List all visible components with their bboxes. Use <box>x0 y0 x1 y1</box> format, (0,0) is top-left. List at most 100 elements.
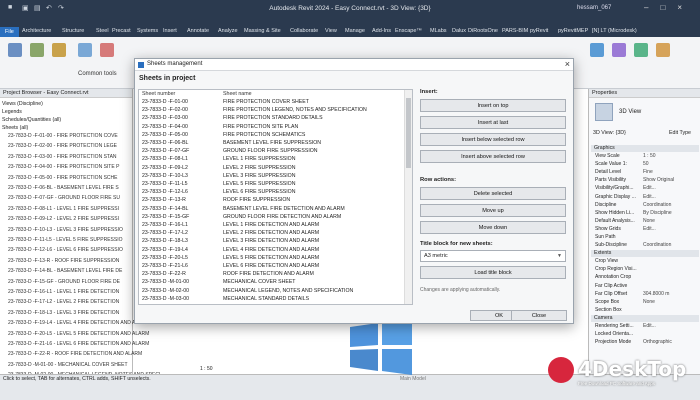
sheet-name-cell[interactable]: LEVEL 3 FIRE SUPPRESSION <box>223 173 295 179</box>
property-row[interactable]: Show Hidden Li... By Discipline <box>593 210 699 218</box>
browser-sheet-item[interactable]: 23-7833-D -F-13-R - ROOF FIRE SUPPRESSIO… <box>8 258 119 264</box>
move-down-button[interactable]: Move down <box>420 221 566 234</box>
table-row[interactable]: 23-7833-D -F-01-00 FIRE PROTECTION COVER … <box>139 99 404 106</box>
table-row[interactable]: 23-7833-D -F-12-L6 LEVEL 6 FIRE SUPPRESSI… <box>139 189 404 196</box>
sheet-number-cell[interactable]: 23-7833-D -F-06-BL <box>142 140 188 146</box>
tab-massing-site[interactable]: Massing & Site <box>244 28 281 34</box>
close-icon[interactable]: × <box>565 59 570 69</box>
table-row[interactable]: 23-7833-D -F-05-00 FIRE PROTECTION SCHEMA… <box>139 132 404 139</box>
tab-insert[interactable]: Insert <box>163 28 177 34</box>
property-value[interactable]: None <box>643 299 655 305</box>
property-value[interactable]: Coordination <box>643 242 671 248</box>
property-value[interactable]: By Discipline <box>643 210 672 216</box>
sheet-number-cell[interactable]: 23-7833-D -M-02-00 <box>142 288 189 294</box>
sheet-name-cell[interactable]: LEVEL 5 FIRE SUPPRESSION <box>223 181 295 187</box>
tool-icon[interactable] <box>656 43 670 57</box>
sheet-number-cell[interactable]: 23-7833-D -F-22-R <box>142 271 186 277</box>
browser-sheet-item[interactable]: 23-7833-D -F-14-BL - BASEMENT LEVEL FIRE… <box>8 268 122 274</box>
property-value[interactable]: 304.8000 m <box>643 291 669 297</box>
tool-icon[interactable] <box>100 43 114 57</box>
property-row[interactable]: Far Clip Active <box>593 283 699 291</box>
sheet-number-cell[interactable]: 23-7833-D -M-03-00 <box>142 296 189 302</box>
sheet-name-cell[interactable]: LEVEL 6 FIRE DETECTION AND ALARM <box>223 263 319 269</box>
browser-sheet-item[interactable]: 23-7833-D -F-18-L3 - LEVEL 3 FIRE DETECT… <box>8 310 119 316</box>
sheet-name-cell[interactable]: ROOF FIRE SUPPRESSION <box>223 197 290 203</box>
sheet-name-cell[interactable]: BASEMENT LEVEL FIRE DETECTION AND ALARM <box>223 206 345 212</box>
sheet-number-cell[interactable]: 23-7833-D -F-03-00 <box>142 115 188 121</box>
tab-analyze[interactable]: Analyze <box>218 28 238 34</box>
property-row[interactable]: Visibility/Graphi... Edit... <box>593 185 699 193</box>
sheet-name-cell[interactable]: FIRE PROTECTION LEGEND, NOTES AND SPECIF… <box>223 107 367 113</box>
view-scale[interactable]: 1 : 50 <box>200 366 213 372</box>
table-row[interactable]: 23-7833-D -F-19-L4 LEVEL 4 FIRE DETECTION… <box>139 247 404 254</box>
tab-dirootsone[interactable]: DiRootsOne <box>468 28 498 34</box>
sheet-number-cell[interactable]: 23-7833-D -M-01-00 <box>142 279 189 285</box>
table-row[interactable]: 23-7833-D -F-06-BL BASEMENT LEVEL FIRE SU… <box>139 140 404 147</box>
browser-node[interactable]: Sheets (all) <box>2 125 28 131</box>
edit-type-button[interactable]: Edit Type <box>669 130 691 136</box>
tab-enscape-[interactable]: Enscape™ <box>395 28 422 34</box>
table-row[interactable]: 23-7833-D -F-10-L3 LEVEL 3 FIRE SUPPRESSI… <box>139 173 404 180</box>
column-header-sheet-number[interactable]: Sheet number <box>142 91 175 97</box>
property-row[interactable]: Sun Path <box>593 234 699 242</box>
sheet-name-cell[interactable]: FIRE PROTECTION SCHEMATICS <box>223 132 305 138</box>
browser-sheet-item[interactable]: 23-7833-D -F-22-R - ROOF FIRE DETECTION … <box>8 351 142 357</box>
insert-at-last-button[interactable]: Insert at last <box>420 116 566 129</box>
sheet-name-cell[interactable]: FIRE PROTECTION SITE PLAN <box>223 124 298 130</box>
tab-systems[interactable]: Systems <box>137 28 158 34</box>
sheet-name-cell[interactable]: GROUND FLOOR FIRE SUPPRESSION <box>223 148 318 154</box>
browser-sheet-item[interactable]: 23-7833-D -F-20-L5 - LEVEL 5 FIRE DETECT… <box>8 331 149 337</box>
property-row[interactable]: Scale Value 1: 50 <box>593 161 699 169</box>
table-row[interactable]: 23-7833-D -M-03-00 MECHANICAL STANDARD DE… <box>139 296 404 303</box>
window-controls[interactable]: –□× <box>644 3 694 12</box>
view-selector[interactable]: 3D View: {3D} <box>593 130 626 136</box>
delete-selected-button[interactable]: Delete selected <box>420 187 566 200</box>
table-row[interactable]: 23-7833-D -F-03-00 FIRE PROTECTION STANDA… <box>139 115 404 122</box>
tool-icon[interactable] <box>590 43 604 57</box>
property-row[interactable]: Default Analysis... None <box>593 218 699 226</box>
tab-structure[interactable]: Structure <box>62 28 84 34</box>
tab-collaborate[interactable]: Collaborate <box>290 28 318 34</box>
property-value[interactable]: Orthographic <box>643 339 672 345</box>
sheet-name-cell[interactable]: BASEMENT LEVEL FIRE SUPPRESSION <box>223 140 321 146</box>
sheet-number-cell[interactable]: 23-7833-D -F-14-BL <box>142 206 188 212</box>
property-row[interactable]: Crop View <box>593 258 699 266</box>
user-name[interactable]: hessam_067 <box>577 5 611 11</box>
tab-pyrevitmep[interactable]: pyRevitMEP <box>558 28 588 34</box>
browser-sheet-item[interactable]: 23-7833-D -F-16-L1 - LEVEL 1 FIRE DETECT… <box>8 289 119 295</box>
property-row[interactable]: Far Clip Offset 304.8000 m <box>593 291 699 299</box>
browser-sheet-item[interactable]: 23-7833-D -F-06-BL - BASEMENT LEVEL FIRE… <box>8 185 119 191</box>
insert-on-top-button[interactable]: Insert on top <box>420 99 566 112</box>
table-row[interactable]: 23-7833-D -F-16-L1 LEVEL 1 FIRE DETECTION… <box>139 222 404 229</box>
browser-sheet-item[interactable]: 23-7833-D -F-07-GF - GROUND FLOOR FIRE S… <box>8 195 120 201</box>
tab-add-ins[interactable]: Add-Ins <box>372 28 391 34</box>
tool-icon[interactable] <box>634 43 648 57</box>
property-row[interactable]: Annotation Crop <box>593 274 699 282</box>
close-button[interactable]: Close <box>511 310 567 321</box>
sheet-name-cell[interactable]: LEVEL 1 FIRE SUPPRESSION <box>223 156 295 162</box>
property-value[interactable]: Coordination <box>643 202 671 208</box>
property-row[interactable]: Show Grids Edit... <box>593 226 699 234</box>
sheet-number-cell[interactable]: 23-7833-D -F-15-GF <box>142 214 189 220</box>
browser-sheet-item[interactable]: 23-7833-D -F-17-L2 - LEVEL 2 FIRE DETECT… <box>8 299 119 305</box>
sheet-number-cell[interactable]: 23-7833-D -F-07-GF <box>142 148 189 154</box>
browser-node[interactable]: Views (Discipline) <box>2 101 43 107</box>
browser-sheet-item[interactable]: 23-7833-D -F-21-L6 - LEVEL 6 FIRE DETECT… <box>8 341 149 347</box>
property-row[interactable]: Projection Mode Orthographic <box>593 339 699 347</box>
property-value[interactable]: Edit... <box>643 226 656 232</box>
table-row[interactable]: 23-7833-D -F-13-R ROOF FIRE SUPPRESSION <box>139 197 404 204</box>
property-row[interactable]: Rendering Setti... Edit... <box>593 323 699 331</box>
property-value[interactable]: 50 <box>643 161 649 167</box>
sheet-number-cell[interactable]: 23-7833-D -F-21-L6 <box>142 263 188 269</box>
sheet-name-cell[interactable]: FIRE PROTECTION COVER SHEET <box>223 99 309 105</box>
property-value[interactable]: Edit... <box>643 323 656 329</box>
table-row[interactable]: 23-7833-D -M-02-00 MECHANICAL LEGEND, NOT… <box>139 288 404 295</box>
property-value[interactable]: None <box>643 218 655 224</box>
table-row[interactable]: 23-7833-D -M-01-00 MECHANICAL COVER SHEET <box>139 279 404 286</box>
tab--n-lt-microdesk-[interactable]: [N] LT (Microdesk) <box>592 28 637 34</box>
sheet-number-cell[interactable]: 23-7833-D -F-02-00 <box>142 107 188 113</box>
property-row[interactable]: Scope Box None <box>593 299 699 307</box>
tab-file[interactable]: File <box>0 27 19 37</box>
property-row[interactable]: Discipline Coordination <box>593 202 699 210</box>
table-row[interactable]: 23-7833-D -F-11-L5 LEVEL 5 FIRE SUPPRESSI… <box>139 181 404 188</box>
